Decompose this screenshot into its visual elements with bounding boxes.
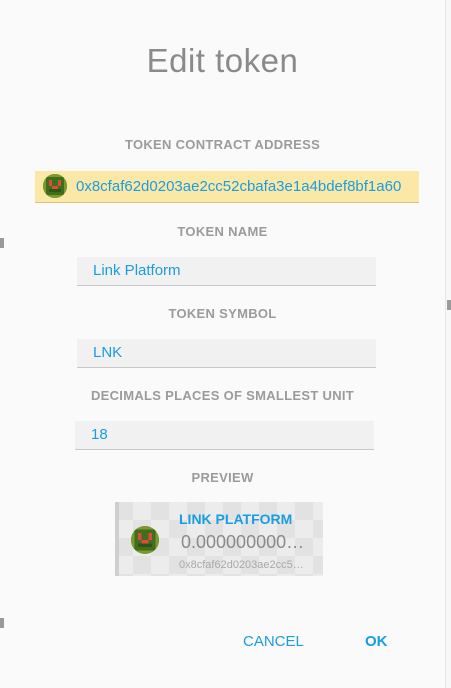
preview-token-address: 0x8cfaf62d0203ae2cc52cbafa3e1a4bdef8bf1a… <box>179 559 309 571</box>
background-edge-mark <box>0 618 4 628</box>
ok-button[interactable]: OK <box>365 633 388 650</box>
token-symbol-value: LNK <box>93 344 123 361</box>
contract-address-label: TOKEN CONTRACT ADDRESS <box>124 137 321 152</box>
background-edge-mark <box>447 300 451 310</box>
decimals-value: 18 <box>91 426 108 443</box>
edit-token-dialog: Edit token TOKEN CONTRACT ADDRESS 0x8cfa… <box>0 0 446 688</box>
token-name-label: TOKEN NAME <box>177 224 268 239</box>
contract-address-field[interactable]: 0x8cfaf62d0203ae2cc52cbafa3e1a4bdef8bf1a… <box>35 171 419 203</box>
token-symbol-label: TOKEN SYMBOL <box>168 306 277 321</box>
cancel-button[interactable]: CANCEL <box>243 633 304 650</box>
token-symbol-input[interactable]: LNK <box>77 339 376 368</box>
token-name-input[interactable]: Link Platform <box>77 257 376 286</box>
dialog-title: Edit token <box>146 42 299 79</box>
preview-token-balance: 0.000000000000000000 <box>181 532 311 552</box>
decimals-input[interactable]: 18 <box>75 421 374 450</box>
identicon-icon <box>43 174 67 198</box>
background-edge-mark <box>0 238 4 248</box>
preview-stripe <box>115 502 119 576</box>
token-preview-card: LINK PLATFORM 0.000000000000000000 0x8cf… <box>115 502 323 576</box>
contract-address-value: 0x8cfaf62d0203ae2cc52cbafa3e1a4bdef8bf1a… <box>76 178 402 195</box>
identicon-icon <box>131 526 159 554</box>
preview-label: PREVIEW <box>191 470 254 485</box>
token-name-value: Link Platform <box>93 262 181 279</box>
decimals-label: DECIMALS PLACES OF SMALLEST UNIT <box>90 388 355 403</box>
preview-token-name: LINK PLATFORM <box>179 511 293 527</box>
